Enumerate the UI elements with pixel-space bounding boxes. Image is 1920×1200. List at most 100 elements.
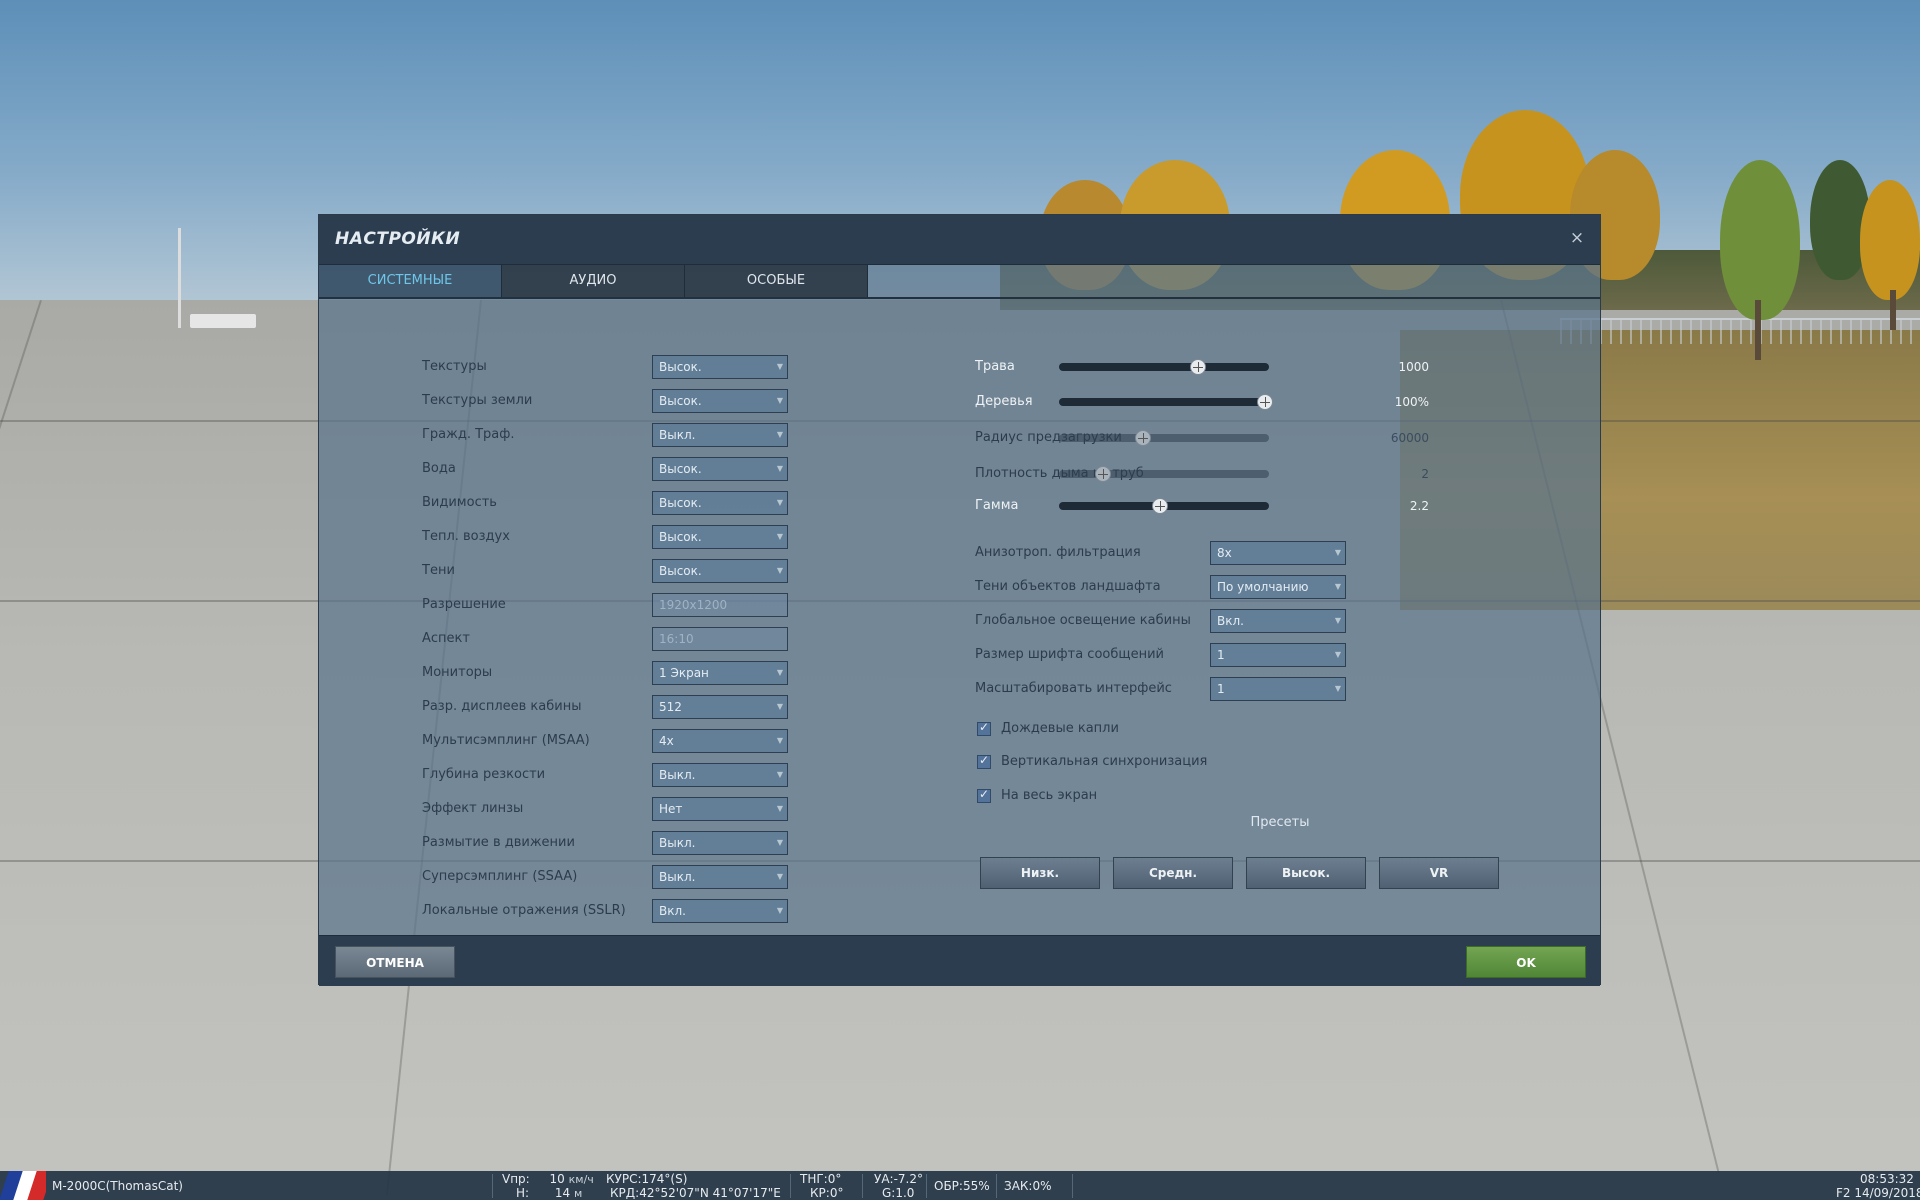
chevron-down-icon: ▼ [1334, 684, 1341, 693]
fullscreen-checkbox[interactable] [977, 787, 991, 803]
dropdown-value: 16:10 [659, 632, 694, 646]
roll-value: 0° [829, 1186, 844, 1200]
flaps-readout: ЗАК:0% [1004, 1179, 1052, 1193]
setting-dropdown[interactable]: Вкл. ▼ [1210, 609, 1346, 633]
tree [1720, 160, 1800, 320]
dropdown-value: Высок. [659, 462, 702, 476]
dropdown-value: 8x [1217, 546, 1232, 560]
aoa-value: -7.2° [893, 1172, 923, 1186]
status-bar: M-2000C(ThomasCat) Vпр: 10 км/ч H: 14 м … [0, 1171, 1920, 1200]
altitude-readout: H: 14 м [516, 1186, 582, 1200]
setting-dropdown[interactable]: 1 Экран ▼ [652, 661, 788, 685]
smoke-density-slider [1059, 466, 1269, 482]
setting-dropdown[interactable]: Высок. ▼ [652, 525, 788, 549]
pitch-value: 0° [827, 1172, 842, 1186]
setting-label: Тени объектов ландшафта [975, 579, 1161, 594]
setting-dropdown[interactable]: Выкл. ▼ [652, 423, 788, 447]
setting-dropdown[interactable]: Высок. ▼ [652, 559, 788, 583]
setting-label: Видимость [422, 495, 497, 510]
rpm-label: ОБР: [934, 1179, 963, 1193]
tab-bar: СИСТЕМНЫЕ АУДИО ОСОБЫЕ [319, 265, 868, 297]
dropdown-value: По умолчанию [1217, 580, 1309, 594]
preset-medium-button[interactable]: Средн. [1113, 857, 1233, 889]
light-pole [178, 228, 181, 328]
setting-label: Анизотроп. фильтрация [975, 545, 1141, 560]
chevron-down-icon: ▼ [1334, 582, 1341, 591]
gamma-slider[interactable] [1059, 498, 1269, 514]
checkbox-label: Дождевые капли [1001, 721, 1119, 736]
chevron-down-icon: ▼ [776, 362, 783, 371]
setting-dropdown[interactable]: Высок. ▼ [652, 389, 788, 413]
tab-special[interactable]: ОСОБЫЕ [685, 265, 868, 297]
flaps-label: ЗАК: [1004, 1179, 1033, 1193]
slider-label: Трава [975, 359, 1015, 374]
slider-value: 1000 [1398, 360, 1429, 374]
divider [492, 1174, 493, 1198]
slider-knob[interactable] [1151, 498, 1168, 514]
dropdown-value: 1 Экран [659, 666, 709, 680]
altitude-unit: м [574, 1187, 583, 1200]
setting-label: Размер шрифта сообщений [975, 647, 1165, 662]
tab-audio[interactable]: АУДИО [502, 265, 685, 297]
setting-label: Масштабировать интерфейс [975, 681, 1172, 696]
chevron-down-icon: ▼ [776, 906, 783, 915]
setting-label: Локальные отражения (SSLR) [422, 903, 626, 918]
slider-knob [1095, 466, 1112, 482]
setting-label: Текстуры [422, 359, 487, 374]
setting-label: Вода [422, 461, 456, 476]
dropdown-value: 1920x1200 [659, 598, 728, 612]
grass-slider[interactable] [1059, 359, 1269, 375]
setting-dropdown[interactable]: 512 ▼ [652, 695, 788, 719]
clock-date: F2 14/09/2018 [1836, 1186, 1920, 1200]
setting-dropdown[interactable]: 8x ▼ [1210, 541, 1346, 565]
chevron-down-icon: ▼ [1334, 650, 1341, 659]
aircraft-name: M-2000C(ThomasCat) [52, 1179, 183, 1193]
preset-high-button[interactable]: Высок. [1246, 857, 1366, 889]
coordinates-value: 42°52'07"N 41°07'17"E [639, 1186, 781, 1200]
preset-vr-button[interactable]: VR [1379, 857, 1499, 889]
setting-dropdown[interactable]: Выкл. ▼ [652, 831, 788, 855]
close-icon[interactable]: × [1566, 227, 1588, 249]
chevron-down-icon: ▼ [776, 396, 783, 405]
slider-value: 100% [1394, 395, 1429, 409]
setting-dropdown[interactable]: Нет ▼ [652, 797, 788, 821]
setting-dropdown[interactable]: 4x ▼ [652, 729, 788, 753]
dialog-title: НАСТРОЙКИ [335, 229, 461, 249]
trees-slider[interactable] [1059, 394, 1273, 410]
altitude-value: 14 [554, 1186, 571, 1200]
setting-label: Разр. дисплеев кабины [422, 699, 582, 714]
vsync-checkbox[interactable] [977, 753, 991, 769]
setting-label: Текстуры земли [422, 393, 533, 408]
setting-dropdown[interactable]: По умолчанию ▼ [1210, 575, 1346, 599]
french-flag-icon [0, 1171, 46, 1200]
dropdown-value: Вкл. [659, 904, 686, 918]
checkbox-label: На весь экран [1001, 788, 1098, 803]
setting-dropdown[interactable]: Выкл. ▼ [652, 763, 788, 787]
setting-dropdown[interactable]: Высок. ▼ [652, 491, 788, 515]
chevron-down-icon: ▼ [776, 702, 783, 711]
setting-dropdown[interactable]: 1 ▼ [1210, 677, 1346, 701]
dropdown-value: Выкл. [659, 870, 696, 884]
tree [1860, 180, 1920, 300]
setting-dropdown[interactable]: Высок. ▼ [652, 355, 788, 379]
setting-dropdown[interactable]: Выкл. ▼ [652, 865, 788, 889]
chevron-down-icon: ▼ [776, 464, 783, 473]
aoa-readout: УА:-7.2° [874, 1172, 923, 1186]
checkbox-label: Вертикальная синхронизация [1001, 754, 1208, 769]
setting-dropdown[interactable]: Вкл. ▼ [652, 899, 788, 923]
slider-knob[interactable] [1189, 359, 1206, 375]
aoa-label: УА: [874, 1172, 894, 1186]
slider-knob[interactable] [1256, 394, 1273, 410]
divider [862, 1174, 863, 1198]
setting-dropdown[interactable]: 1 ▼ [1210, 643, 1346, 667]
ok-button[interactable]: OK [1466, 946, 1586, 978]
rain-drops-checkbox[interactable] [977, 720, 991, 736]
setting-label: Суперсэмплинг (SSAA) [422, 869, 578, 884]
tab-system[interactable]: СИСТЕМНЫЕ [319, 265, 502, 297]
altitude-label: H: [516, 1186, 530, 1200]
chevron-down-icon: ▼ [776, 838, 783, 847]
preset-low-button[interactable]: Низк. [980, 857, 1100, 889]
cancel-button[interactable]: ОТМЕНА [335, 946, 455, 978]
setting-label: Разрешение [422, 597, 506, 612]
setting-dropdown[interactable]: Высок. ▼ [652, 457, 788, 481]
